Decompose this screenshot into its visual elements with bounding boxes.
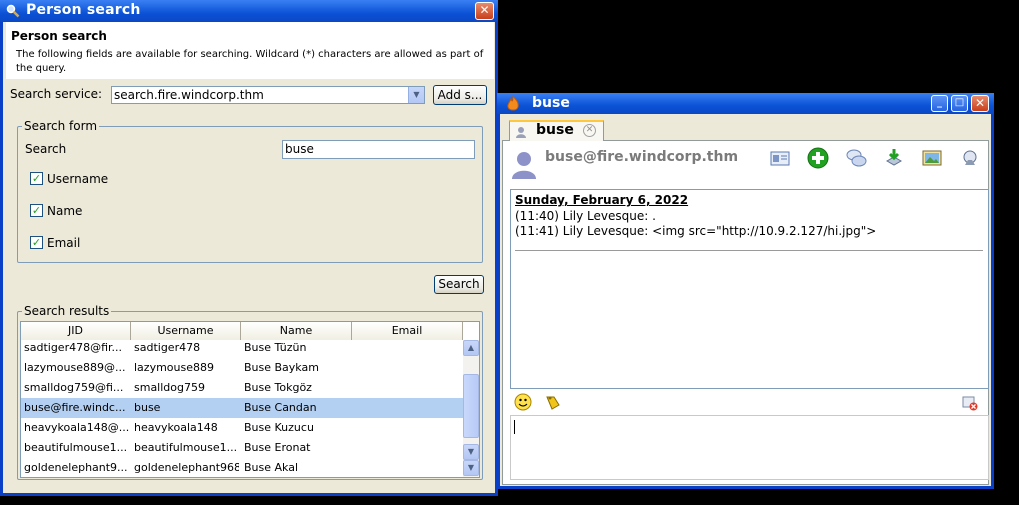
table-row[interactable]: goldenelephant9... goldenelephant968 Bus…: [21, 458, 463, 477]
search-input[interactable]: buse: [282, 140, 475, 159]
screenshot-icon[interactable]: [921, 147, 943, 169]
person-search-window: Person search ✕ Person search The follow…: [0, 0, 498, 496]
chat-history-icon[interactable]: [845, 147, 867, 169]
cell-jid: beautifulmouse1...: [24, 441, 128, 454]
chat-tab[interactable]: buse ✕: [509, 120, 604, 141]
file-transfer-icon[interactable]: [883, 147, 905, 169]
chat-window-title: buse: [532, 95, 570, 111]
search-results-legend: Search results: [22, 304, 112, 318]
table-row[interactable]: smalldog759@fi... smalldog759 Buse Tokgö…: [21, 378, 463, 398]
avatar: [512, 152, 536, 179]
contact-status-icon: [516, 127, 526, 138]
contact-jid: buse@fire.windcorp.thm: [545, 149, 739, 165]
clear-chat-icon[interactable]: [962, 395, 978, 411]
chat-message: (11:41) Lily Levesque: <img src="http://…: [515, 224, 877, 238]
cell-username: smalldog759: [134, 381, 205, 394]
scroll-down-button-2[interactable]: ▼: [463, 460, 479, 476]
cell-jid: sadtiger478@fir...: [24, 341, 123, 354]
chat-titlebar[interactable]: buse _ □ ✕: [497, 93, 994, 114]
scroll-up-button[interactable]: ▲: [463, 340, 479, 356]
results-scrollbar[interactable]: ▲ ▼ ▼: [463, 340, 479, 477]
emoticon-icon[interactable]: [514, 393, 532, 411]
header-title: Person search: [11, 29, 107, 43]
email-checkbox-label: Email: [47, 236, 81, 250]
nudge-icon[interactable]: [544, 393, 562, 411]
date-heading: Sunday, February 6, 2022: [515, 193, 689, 207]
cell-name: Buse Candan: [244, 401, 317, 414]
cell-name: Buse Baykam: [244, 361, 319, 374]
chat-window: buse _ □ ✕ buse@fire.windcorp.thm Sunday…: [497, 93, 994, 489]
close-button[interactable]: ✕: [475, 2, 494, 20]
chat-transcript[interactable]: Sunday, February 6, 2022 (11:40) Lily Le…: [510, 189, 989, 389]
cell-username: beautifulmouse1...: [134, 441, 238, 454]
cell-username: lazymouse889: [134, 361, 214, 374]
table-row[interactable]: sadtiger478@fir... sadtiger478 Buse Tüzü…: [21, 338, 463, 358]
table-row[interactable]: beautifulmouse1... beautifulmouse1... Bu…: [21, 438, 463, 458]
search-service-value: search.fire.windcorp.thm: [114, 88, 264, 102]
table-row[interactable]: lazymouse889@... lazymouse889 Buse Bayka…: [21, 358, 463, 378]
add-contact-icon[interactable]: [807, 147, 829, 169]
scroll-thumb[interactable]: [463, 374, 479, 438]
search-icon: [6, 4, 20, 18]
vcard-icon[interactable]: [769, 147, 791, 169]
header-description: The following fields are available for s…: [16, 49, 484, 74]
settings-icon[interactable]: [959, 147, 981, 169]
chat-tab-label: buse: [536, 122, 574, 138]
transcript-divider: [515, 250, 983, 251]
chevron-down-icon[interactable]: ▼: [408, 87, 424, 103]
cell-jid: buse@fire.windc...: [24, 401, 126, 414]
chat-tab-panel: buse@fire.windcorp.thm Sunday, February …: [502, 140, 989, 485]
chat-close-button[interactable]: ✕: [971, 95, 989, 112]
cell-jid: lazymouse889@...: [24, 361, 126, 374]
cell-jid: goldenelephant9...: [24, 461, 128, 474]
username-checkbox[interactable]: ✓: [30, 172, 43, 185]
name-checkbox[interactable]: ✓: [30, 204, 43, 217]
chat-message: (11:40) Lily Levesque: .: [515, 209, 656, 223]
search-service-select[interactable]: search.fire.windcorp.thm ▼: [111, 86, 425, 104]
search-field-label: Search: [25, 142, 67, 156]
cell-name: Buse Tüzün: [244, 341, 307, 354]
minimize-button[interactable]: _: [931, 95, 948, 112]
cell-name: Buse Kuzucu: [244, 421, 314, 434]
cell-name: Buse Tokgöz: [244, 381, 312, 394]
cell-name: Buse Eronat: [244, 441, 311, 454]
cell-name: Buse Akal: [244, 461, 299, 474]
name-checkbox-label: Name: [47, 204, 83, 218]
email-checkbox[interactable]: ✓: [30, 236, 43, 249]
cell-username: heavykoala148: [134, 421, 218, 434]
person-search-titlebar[interactable]: Person search ✕: [0, 0, 498, 22]
search-form-legend: Search form: [22, 119, 100, 133]
add-service-button[interactable]: Add s...: [433, 85, 487, 105]
tab-close-icon[interactable]: ✕: [583, 124, 596, 137]
results-table: JID Username Name Email sadtiger478@fir.…: [20, 321, 480, 478]
username-checkbox-label: Username: [47, 172, 109, 186]
text-caret: [514, 420, 515, 434]
cell-username: buse: [134, 401, 161, 414]
table-row-selected[interactable]: buse@fire.windc... buse Buse Candan: [21, 398, 463, 418]
maximize-button[interactable]: □: [951, 95, 968, 112]
cell-username: sadtiger478: [134, 341, 201, 354]
table-row[interactable]: heavykoala148@... heavykoala148 Buse Kuz…: [21, 418, 463, 438]
window-title: Person search: [26, 2, 141, 18]
cell-jid: smalldog759@fi...: [24, 381, 124, 394]
scroll-down-button[interactable]: ▼: [463, 444, 479, 460]
search-header: Person search The following fields are a…: [6, 22, 494, 79]
message-input[interactable]: [510, 415, 989, 480]
search-button[interactable]: Search: [434, 275, 484, 294]
service-label: Search service:: [10, 87, 103, 101]
cell-username: goldenelephant968: [134, 461, 239, 474]
flame-icon: [507, 95, 519, 111]
cell-jid: heavykoala148@...: [24, 421, 129, 434]
